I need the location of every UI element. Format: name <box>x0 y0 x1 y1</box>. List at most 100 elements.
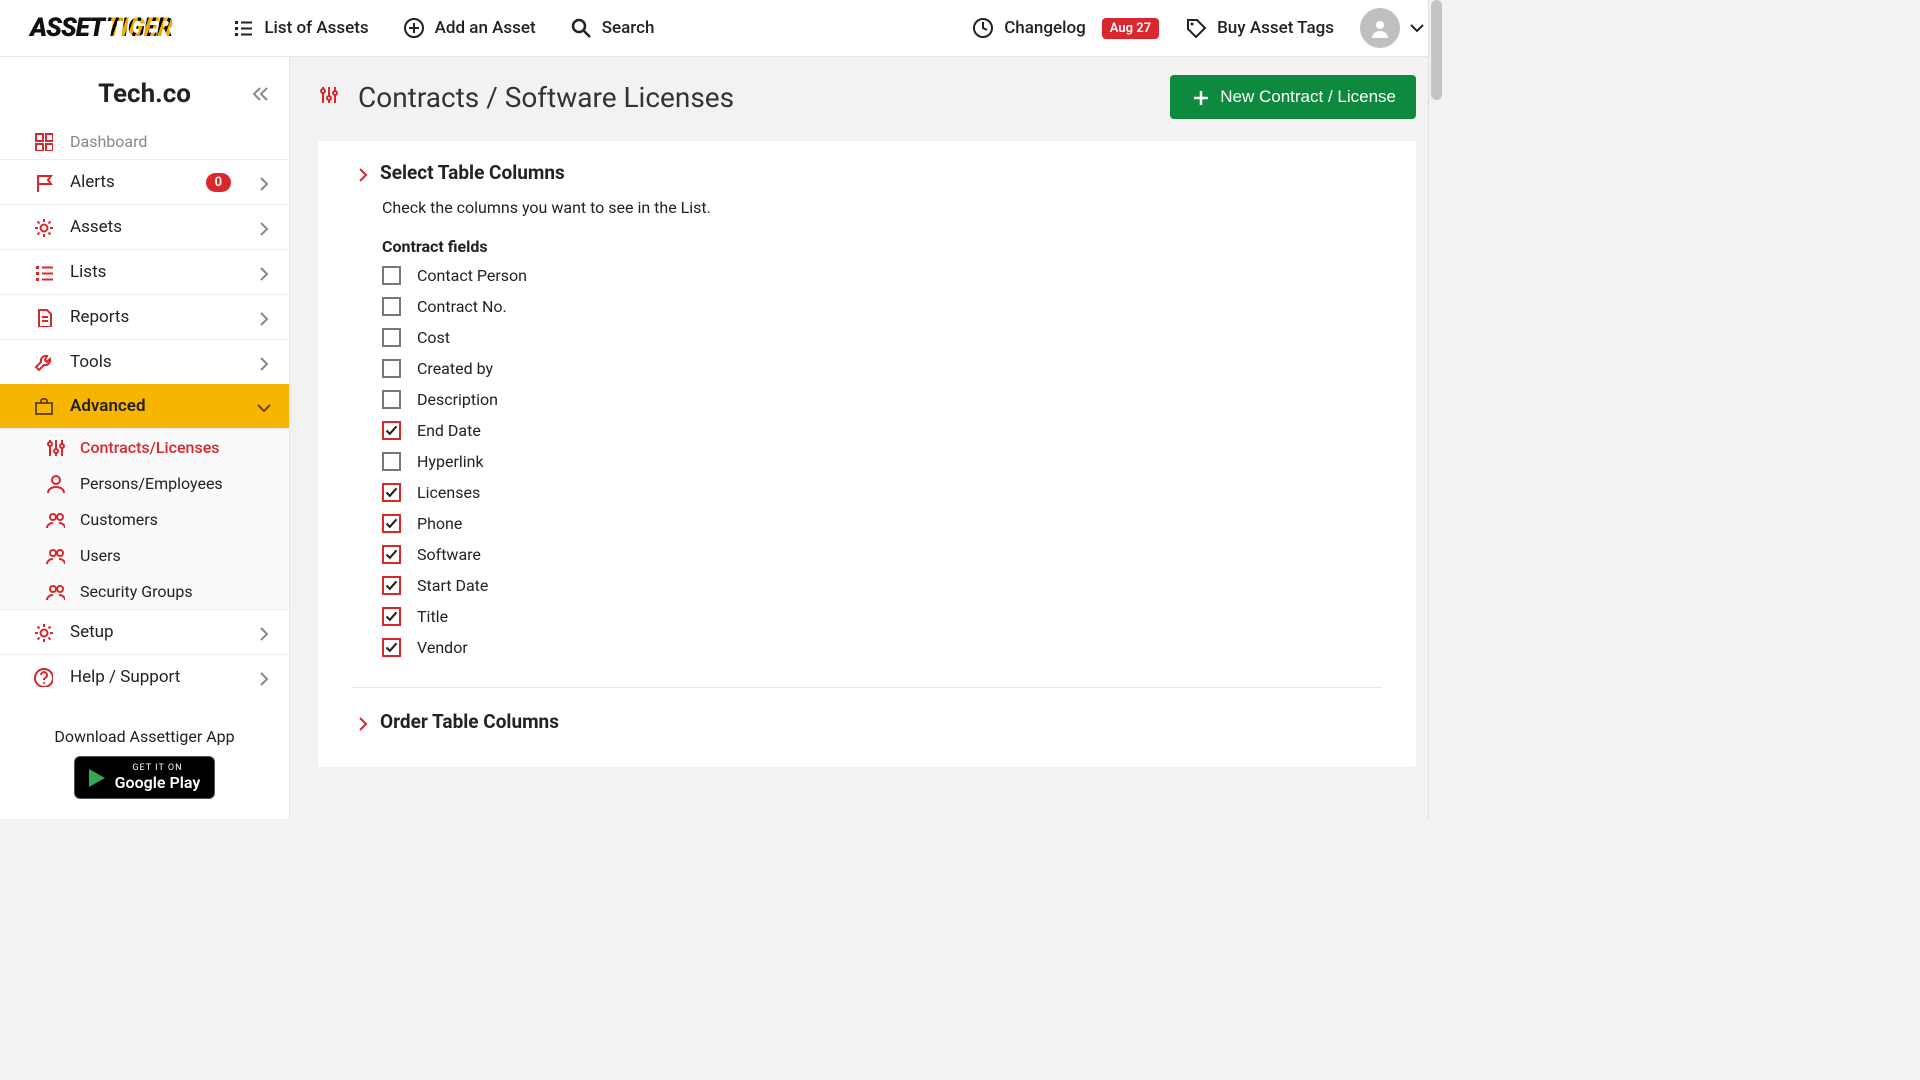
person-icon <box>44 473 66 493</box>
sidebar-item-advanced[interactable]: Advanced <box>0 384 289 428</box>
company-row: Tech.co <box>0 57 289 131</box>
column-checkbox[interactable] <box>382 514 401 533</box>
sidebar-item-alerts[interactable]: Alerts 0 <box>0 159 289 204</box>
plus-icon <box>1190 87 1210 107</box>
list-icon <box>232 17 254 39</box>
chevron-right-icon <box>253 668 271 686</box>
column-checkbox-label: Licenses <box>417 483 480 502</box>
check-row: Licenses <box>382 483 1382 502</box>
sidebar-item-label: Dashboard <box>70 132 271 151</box>
sidebar-item-help[interactable]: Help / Support <box>0 654 289 699</box>
sidebar-item-lists[interactable]: Lists <box>0 249 289 294</box>
column-checkbox[interactable] <box>382 452 401 471</box>
scrollbar-thumb[interactable] <box>1431 0 1442 100</box>
list-icon <box>32 262 54 282</box>
sidebar-subitem-users[interactable]: Users <box>0 537 289 573</box>
column-checkbox[interactable] <box>382 607 401 626</box>
people-icon <box>44 581 66 601</box>
people-icon <box>44 509 66 529</box>
sidebar-item-tools[interactable]: Tools <box>0 339 289 384</box>
sidebar-item-label: Help / Support <box>70 667 237 687</box>
sidebar-subitem-security[interactable]: Security Groups <box>0 573 289 609</box>
check-row: Contact Person <box>382 266 1382 285</box>
nav-buy-tags[interactable]: Buy Asset Tags <box>1185 17 1334 39</box>
column-checkbox[interactable] <box>382 421 401 440</box>
wrench-icon <box>32 352 54 372</box>
column-checkbox[interactable] <box>382 390 401 409</box>
company-name: Tech.co <box>98 79 191 109</box>
column-checkbox[interactable] <box>382 328 401 347</box>
column-checkbox-label: Title <box>417 607 448 626</box>
chevron-right-icon <box>253 623 271 641</box>
nav-search[interactable]: Search <box>570 17 655 39</box>
sidebar-item-reports[interactable]: Reports <box>0 294 289 339</box>
check-row: Hyperlink <box>382 452 1382 471</box>
clock-icon <box>972 17 994 39</box>
column-checkbox-label: Created by <box>417 359 493 378</box>
buy-tags-label: Buy Asset Tags <box>1217 18 1334 38</box>
chevron-right-icon <box>253 308 271 326</box>
tag-icon <box>1185 17 1207 39</box>
sidebar-item-label: Lists <box>70 262 237 282</box>
column-checkbox[interactable] <box>382 266 401 285</box>
sidebar-subitem-customers[interactable]: Customers <box>0 501 289 537</box>
sidebar-item-setup[interactable]: Setup <box>0 609 289 654</box>
column-checkbox[interactable] <box>382 483 401 502</box>
sidebar-item-assets[interactable]: Assets <box>0 204 289 249</box>
people-icon <box>44 545 66 565</box>
gear-icon <box>32 622 54 642</box>
column-checkbox[interactable] <box>382 638 401 657</box>
changelog-date-badge: Aug 27 <box>1102 18 1159 39</box>
page-title-text: Contracts / Software Licenses <box>358 81 734 114</box>
check-row: Phone <box>382 514 1382 533</box>
nav-label: Add an Asset <box>435 18 536 38</box>
alerts-count-badge: 0 <box>206 173 231 192</box>
new-contract-button[interactable]: New Contract / License <box>1170 75 1416 119</box>
chevron-down-icon <box>1406 17 1428 39</box>
chevron-right-icon <box>253 218 271 236</box>
section-order-columns[interactable]: Order Table Columns <box>352 710 1382 733</box>
collapse-sidebar-button[interactable] <box>249 83 271 105</box>
user-menu[interactable] <box>1360 8 1428 48</box>
check-row: Cost <box>382 328 1382 347</box>
sidebar-subitem-persons[interactable]: Persons/Employees <box>0 465 289 501</box>
help-icon <box>32 667 54 687</box>
briefcase-icon <box>32 396 54 416</box>
google-play-button[interactable]: GET IT ON Google Play <box>74 756 216 799</box>
section-divider <box>352 687 1382 688</box>
column-checkbox-label: Vendor <box>417 638 468 657</box>
play-triangle-icon <box>89 769 105 787</box>
sidebar-subitem-label: Contracts/Licenses <box>80 438 220 457</box>
logo[interactable]: ASSET TIGER <box>30 13 172 43</box>
sidebar-item-label: Tools <box>70 352 237 372</box>
scrollbar[interactable] <box>1428 0 1444 819</box>
sidebar-subitem-label: Customers <box>80 510 158 529</box>
chevron-right-icon <box>253 353 271 371</box>
sidebar-subitem-contracts[interactable]: Contracts/Licenses <box>0 429 289 465</box>
check-row: Contract No. <box>382 297 1382 316</box>
chevron-right-icon <box>253 263 271 281</box>
sidebar-item-dashboard[interactable]: Dashboard <box>0 131 289 159</box>
sidebar-item-label: Advanced <box>70 396 237 416</box>
check-row: Vendor <box>382 638 1382 657</box>
chevron-right-icon <box>352 713 370 731</box>
avatar <box>1360 8 1400 48</box>
column-checkbox-label: Start Date <box>417 576 488 595</box>
column-checkbox[interactable] <box>382 545 401 564</box>
column-checkbox[interactable] <box>382 297 401 316</box>
column-checkbox-label: Software <box>417 545 481 564</box>
nav-list-of-assets[interactable]: List of Assets <box>232 17 368 39</box>
section-select-columns[interactable]: Select Table Columns <box>352 161 1382 184</box>
column-checkbox[interactable] <box>382 359 401 378</box>
download-block: Download Assettiger App GET IT ON Google… <box>0 713 289 819</box>
section-title: Order Table Columns <box>380 710 559 733</box>
flag-icon <box>32 172 54 192</box>
nav-add-asset[interactable]: Add an Asset <box>403 17 536 39</box>
sidebar-item-label: Reports <box>70 307 237 327</box>
main-content: Contracts / Software Licenses New Contra… <box>290 57 1444 819</box>
column-checkbox-label: Contract No. <box>417 297 507 316</box>
gplay-store: Google Play <box>115 773 201 792</box>
nav-changelog[interactable]: Changelog Aug 27 <box>972 17 1159 39</box>
check-row: Software <box>382 545 1382 564</box>
column-checkbox[interactable] <box>382 576 401 595</box>
